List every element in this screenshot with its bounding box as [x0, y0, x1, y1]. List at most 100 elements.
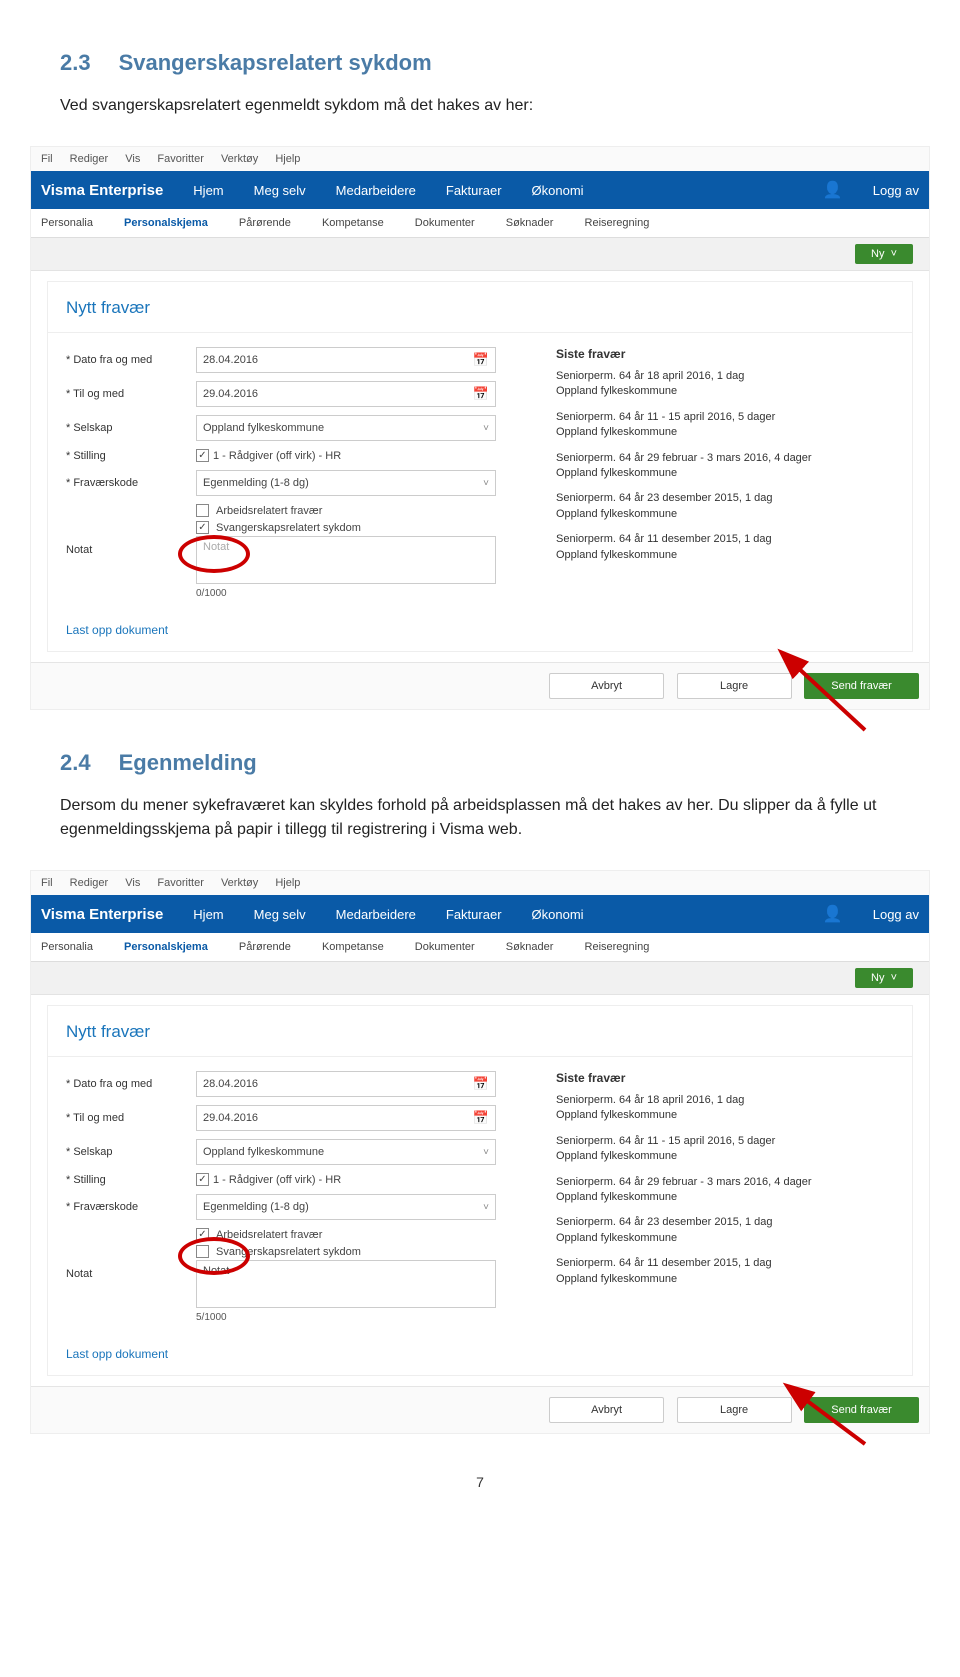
nav-hjem[interactable]: Hjem: [193, 183, 223, 198]
menu-favorites[interactable]: Favoritter: [157, 153, 203, 165]
ny-label: Ny: [871, 972, 884, 984]
menu-help[interactable]: Hjelp: [275, 877, 300, 889]
save-button[interactable]: Lagre: [677, 1397, 792, 1423]
screenshot-1: Fil Rediger Vis Favoritter Verktøy Hjelp…: [30, 146, 930, 710]
upload-link[interactable]: Last opp dokument: [48, 1333, 912, 1375]
menu-view[interactable]: Vis: [125, 877, 140, 889]
sub-nav: Personalia Personalskjema Pårørende Komp…: [31, 209, 929, 238]
stilling-row[interactable]: ✓ 1 - Rådgiver (off virk) - HR: [196, 1173, 496, 1186]
label-til-og-med: * Til og med: [66, 388, 196, 400]
section-heading-23: 2.3Svangerskapsrelatert sykdom: [60, 50, 900, 76]
input-til-og-med[interactable]: 29.04.2016 📅: [196, 1105, 496, 1131]
checkbox-svanger[interactable]: [196, 1245, 209, 1258]
calendar-icon[interactable]: 📅: [473, 352, 489, 368]
subnav-dokumenter[interactable]: Dokumenter: [415, 941, 475, 953]
toolbar: Ny ˅: [31, 238, 929, 271]
subnav-parorende[interactable]: Pårørende: [239, 941, 291, 953]
menu-edit[interactable]: Rediger: [70, 153, 109, 165]
checkbox-arbeid[interactable]: ✓: [196, 1228, 209, 1241]
entry-line2: Oppland fylkeskommune: [556, 466, 894, 481]
input-dato-fra[interactable]: 28.04.2016 📅: [196, 347, 496, 373]
subnav-soknader[interactable]: Søknader: [506, 941, 554, 953]
checkbox-arbeid[interactable]: [196, 504, 209, 517]
check-arbeid[interactable]: Arbeidsrelatert fravær: [196, 504, 496, 517]
send-button[interactable]: Send fravær: [804, 1397, 919, 1423]
notat-textarea[interactable]: Notat: [196, 1260, 496, 1308]
section-heading-24: 2.4Egenmelding: [60, 750, 900, 776]
subnav-personalskjema[interactable]: Personalskjema: [124, 941, 208, 953]
menu-file[interactable]: Fil: [41, 877, 53, 889]
char-counter: 5/1000: [196, 1312, 496, 1323]
select-kode[interactable]: Egenmelding (1-8 dg) ˅: [196, 1194, 496, 1220]
cancel-button[interactable]: Avbryt: [549, 1397, 664, 1423]
nav-fakturaer[interactable]: Fakturaer: [446, 907, 502, 922]
logoff-link[interactable]: Logg av: [873, 183, 919, 198]
label-stilling: * Stilling: [66, 450, 196, 462]
nav-megselv[interactable]: Meg selv: [254, 907, 306, 922]
entry-line2: Oppland fylkeskommune: [556, 1231, 894, 1246]
nav-medarbeidere[interactable]: Medarbeidere: [336, 183, 416, 198]
entry-line2: Oppland fylkeskommune: [556, 425, 894, 440]
stilling-checkbox[interactable]: ✓: [196, 1173, 209, 1186]
subnav-personalskjema[interactable]: Personalskjema: [124, 217, 208, 229]
value-stilling: 1 - Rådgiver (off virk) - HR: [213, 450, 341, 462]
subnav-personalia[interactable]: Personalia: [41, 217, 93, 229]
upload-link[interactable]: Last opp dokument: [48, 609, 912, 651]
subnav-soknader[interactable]: Søknader: [506, 217, 554, 229]
check-arbeid[interactable]: ✓ Arbeidsrelatert fravær: [196, 1228, 496, 1241]
value-stilling: 1 - Rådgiver (off virk) - HR: [213, 1174, 341, 1186]
checkbox-svanger[interactable]: ✓: [196, 521, 209, 534]
nav-fakturaer[interactable]: Fakturaer: [446, 183, 502, 198]
check-svanger[interactable]: Svangerskapsrelatert sykdom: [196, 1245, 496, 1258]
check-svanger[interactable]: ✓ Svangerskapsrelatert sykdom: [196, 521, 496, 534]
calendar-icon[interactable]: 📅: [473, 1110, 489, 1126]
logoff-link[interactable]: Logg av: [873, 907, 919, 922]
entry-line1: Seniorperm. 64 år 11 - 15 april 2016, 5 …: [556, 410, 894, 425]
send-button[interactable]: Send fravær: [804, 673, 919, 699]
list-item: Seniorperm. 64 år 11 - 15 april 2016, 5 …: [556, 410, 894, 441]
ny-button[interactable]: Ny ˅: [855, 244, 913, 264]
entry-line2: Oppland fylkeskommune: [556, 1272, 894, 1287]
select-selskap[interactable]: Oppland fylkeskommune ˅: [196, 1139, 496, 1165]
nav-hjem[interactable]: Hjem: [193, 907, 223, 922]
nav-okonomi[interactable]: Økonomi: [532, 907, 584, 922]
subnav-dokumenter[interactable]: Dokumenter: [415, 217, 475, 229]
subnav-reiseregning[interactable]: Reiseregning: [585, 217, 650, 229]
menu-view[interactable]: Vis: [125, 153, 140, 165]
user-icon[interactable]: 👤: [823, 904, 843, 924]
entry-line1: Seniorperm. 64 år 29 februar - 3 mars 20…: [556, 1175, 894, 1190]
menu-tools[interactable]: Verktøy: [221, 877, 258, 889]
subnav-personalia[interactable]: Personalia: [41, 941, 93, 953]
calendar-icon[interactable]: 📅: [473, 1076, 489, 1092]
label-notat: Notat: [66, 544, 196, 556]
nav-megselv[interactable]: Meg selv: [254, 183, 306, 198]
notat-textarea[interactable]: Notat: [196, 536, 496, 584]
menu-favorites[interactable]: Favoritter: [157, 877, 203, 889]
cancel-button[interactable]: Avbryt: [549, 673, 664, 699]
subnav-reiseregning[interactable]: Reiseregning: [585, 941, 650, 953]
top-nav: Visma Enterprise Hjem Meg selv Medarbeid…: [31, 171, 929, 209]
nav-medarbeidere[interactable]: Medarbeidere: [336, 907, 416, 922]
select-kode[interactable]: Egenmelding (1-8 dg) ˅: [196, 470, 496, 496]
menu-file[interactable]: Fil: [41, 153, 53, 165]
subnav-parorende[interactable]: Pårørende: [239, 217, 291, 229]
ny-button[interactable]: Ny ˅: [855, 968, 913, 988]
calendar-icon[interactable]: 📅: [473, 386, 489, 402]
panel-title: Nytt fravær: [48, 282, 912, 333]
subnav-kompetanse[interactable]: Kompetanse: [322, 217, 384, 229]
save-button[interactable]: Lagre: [677, 673, 792, 699]
menu-edit[interactable]: Rediger: [70, 877, 109, 889]
label-selskap: * Selskap: [66, 422, 196, 434]
select-selskap[interactable]: Oppland fylkeskommune ˅: [196, 415, 496, 441]
user-icon[interactable]: 👤: [823, 180, 843, 200]
stilling-checkbox[interactable]: ✓: [196, 449, 209, 462]
menu-tools[interactable]: Verktøy: [221, 153, 258, 165]
entry-line2: Oppland fylkeskommune: [556, 1149, 894, 1164]
subnav-kompetanse[interactable]: Kompetanse: [322, 941, 384, 953]
entry-line2: Oppland fylkeskommune: [556, 548, 894, 563]
input-dato-fra[interactable]: 28.04.2016 📅: [196, 1071, 496, 1097]
nav-okonomi[interactable]: Økonomi: [532, 183, 584, 198]
stilling-row[interactable]: ✓ 1 - Rådgiver (off virk) - HR: [196, 449, 496, 462]
input-til-og-med[interactable]: 29.04.2016 📅: [196, 381, 496, 407]
menu-help[interactable]: Hjelp: [275, 153, 300, 165]
